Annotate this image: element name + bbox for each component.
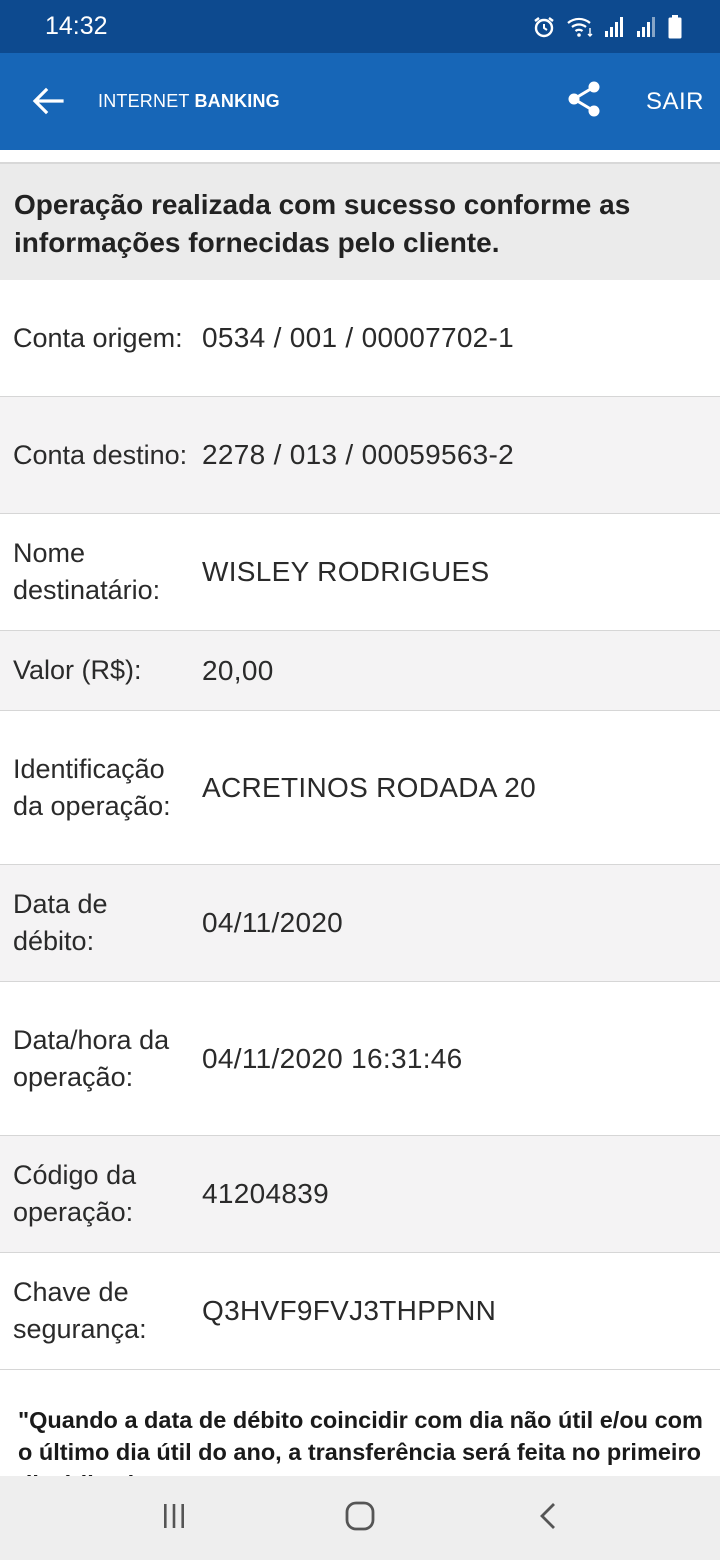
success-message: Operação realizada com sucesso conforme … <box>14 189 631 258</box>
app-bar: INTERNET BANKING SAIR <box>0 53 720 150</box>
detail-label: Data/hora da operação: <box>13 1024 170 1092</box>
disclaimer-note: "Quando a data de débito coincidir com d… <box>18 1404 708 1476</box>
detail-value: 04/11/2020 16:31:46 <box>202 1042 463 1074</box>
exit-button[interactable]: SAIR <box>646 88 704 116</box>
detail-row-source-account: Conta origem: 0534 / 001 / 00007702-1 <box>0 280 720 397</box>
home-icon <box>344 1500 376 1537</box>
detail-row-recipient-name: Nome destinatário: WISLEY RODRIGUES <box>0 514 720 631</box>
detail-label: Nome destinatário: <box>13 538 161 605</box>
detail-value: 41204839 <box>202 1178 329 1209</box>
detail-label: Conta destino: <box>13 439 188 470</box>
app-brand: INTERNET BANKING <box>98 91 280 112</box>
detail-row-destination-account: Conta destino: 2278 / 013 / 00059563-2 <box>0 397 720 514</box>
detail-label: Valor (R$): <box>13 655 142 685</box>
detail-row-debit-date: Data de débito: 04/11/2020 <box>0 865 720 982</box>
home-button[interactable] <box>340 1498 380 1538</box>
brand-text-bold: BANKING <box>194 91 280 111</box>
detail-row-operation-id: Identificação da operação: ACRETINOS ROD… <box>0 711 720 865</box>
signal-icon <box>636 16 658 38</box>
arrow-left-icon <box>32 87 64 120</box>
detail-label: Identificação da operação: <box>13 753 171 821</box>
receipt-details: Conta origem: 0534 / 001 / 00007702-1 Co… <box>0 280 720 1370</box>
brand-text-regular: INTERNET <box>98 91 195 111</box>
success-banner: Operação realizada com sucesso conforme … <box>0 164 720 280</box>
detail-label: Conta origem: <box>13 322 183 353</box>
status-time: 14:32 <box>45 12 108 40</box>
back-icon <box>537 1501 559 1536</box>
status-bar: 14:32 <box>0 0 720 53</box>
share-button[interactable] <box>562 79 606 123</box>
status-icons <box>532 14 682 40</box>
detail-value: 0534 / 001 / 00007702-1 <box>202 322 515 353</box>
disclaimer-text: "Quando a data de débito coincidir com d… <box>18 1407 703 1476</box>
detail-row-security-key: Chave de segurança: Q3HVF9FVJ3THPPNN <box>0 1253 720 1370</box>
detail-value: Q3HVF9FVJ3THPPNN <box>202 1295 497 1326</box>
system-nav-bar <box>0 1476 720 1560</box>
detail-label: Código da operação: <box>13 1160 137 1227</box>
detail-row-operation-code: Código da operação: 41204839 <box>0 1136 720 1253</box>
nav-back-button[interactable] <box>528 1498 568 1538</box>
share-icon <box>566 80 602 123</box>
detail-value: WISLEY RODRIGUES <box>202 556 490 587</box>
wifi-icon <box>566 16 594 38</box>
detail-value: 20,00 <box>202 654 274 686</box>
alarm-icon <box>532 15 556 39</box>
recent-apps-icon <box>159 1503 189 1534</box>
detail-value: ACRETINOS RODADA 20 <box>202 771 537 803</box>
detail-value: 04/11/2020 <box>202 907 344 938</box>
detail-row-amount: Valor (R$): 20,00 <box>0 631 720 711</box>
detail-label: Chave de segurança: <box>13 1277 147 1344</box>
battery-icon <box>668 15 682 39</box>
detail-label: Data de débito: <box>13 889 108 956</box>
recent-apps-button[interactable] <box>154 1498 194 1538</box>
signal-icon <box>604 16 626 38</box>
detail-row-operation-datetime: Data/hora da operação: 04/11/2020 16:31:… <box>0 982 720 1136</box>
back-button[interactable] <box>28 83 68 123</box>
detail-value: 2278 / 013 / 00059563-2 <box>202 439 515 470</box>
